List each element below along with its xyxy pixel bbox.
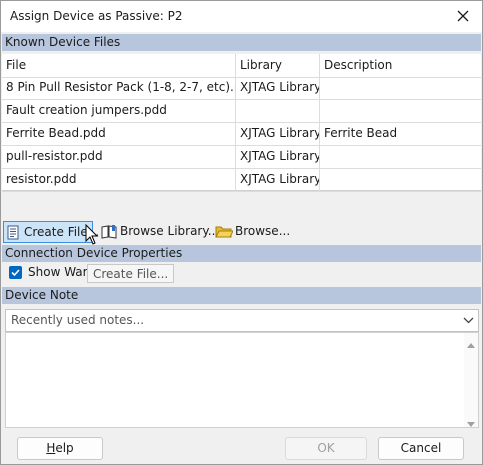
column-header-description[interactable]: Description: [320, 54, 481, 77]
column-header-file[interactable]: File: [2, 54, 236, 77]
help-label: elp: [55, 441, 74, 455]
table-row[interactable]: 8 Pin Pull Resistor Pack (1-8, 2-7, etc)…: [2, 76, 481, 100]
browse-button[interactable]: Browse...: [212, 221, 292, 243]
browse-library-label: Browse Library...: [120, 224, 220, 238]
library-book-icon: [101, 224, 118, 245]
title-bar: Assign Device as Passive: P2: [1, 1, 482, 32]
dialog-window: Assign Device as Passive: P2 Known Devic…: [0, 0, 483, 465]
scroll-up-icon[interactable]: [467, 337, 475, 351]
new-file-icon: [7, 225, 20, 246]
show-warnings-row: Show Warn: [2, 263, 481, 283]
table-row[interactable]: pull-resistor.pdd XJTAG Library: [2, 145, 481, 169]
folder-icon: [215, 224, 234, 245]
recent-notes-value: Recently used notes...: [11, 313, 145, 327]
file-cell: 8 Pin Pull Resistor Pack (1-8, 2-7, etc)…: [2, 76, 236, 99]
file-cell: Ferrite Bead.pdd: [2, 122, 236, 145]
browse-library-button[interactable]: Browse Library...: [98, 221, 219, 245]
description-cell: Ferrite Bead: [324, 126, 398, 140]
help-mnemonic: H: [46, 441, 56, 455]
library-cell: XJTAG Library: [236, 168, 320, 191]
table-row[interactable]: resistor.pdd XJTAG Library: [2, 168, 481, 192]
known-device-files-header: Known Device Files: [2, 34, 481, 51]
close-icon[interactable]: [450, 4, 476, 28]
chevron-down-icon: [463, 315, 474, 329]
library-cell: XJTAG Library: [236, 122, 320, 145]
column-header-library[interactable]: Library: [236, 54, 320, 77]
show-warnings-label: Show Warn: [28, 265, 95, 279]
device-note-textarea[interactable]: [5, 332, 479, 428]
window-title: Assign Device as Passive: P2: [10, 9, 183, 23]
library-cell: XJTAG Library: [236, 145, 320, 168]
cancel-button[interactable]: Cancel: [378, 437, 464, 460]
file-toolbar: Create File... Browse Library... Browse.…: [2, 221, 481, 243]
file-cell: resistor.pdd: [2, 168, 236, 191]
browse-label: Browse...: [235, 224, 291, 238]
description-cell: [320, 168, 481, 191]
create-file-button[interactable]: Create File...: [3, 221, 99, 246]
description-cell: [320, 145, 481, 168]
file-cell: pull-resistor.pdd: [2, 145, 236, 168]
help-button[interactable]: Help: [17, 437, 103, 460]
table-header-row: File Library Description: [2, 54, 481, 78]
table-row[interactable]: Fault creation jumpers.pdd: [2, 99, 481, 123]
recent-notes-dropdown[interactable]: Recently used notes...: [5, 309, 479, 332]
device-note-header: Device Note: [2, 287, 481, 304]
notes-scrollbar[interactable]: [464, 333, 478, 427]
description-cell: [320, 99, 481, 122]
create-file-tooltip: Create File...: [87, 264, 175, 283]
library-cell: XJTAG Library: [236, 76, 320, 99]
file-cell: Fault creation jumpers.pdd: [2, 99, 236, 122]
scroll-down-icon[interactable]: [467, 417, 475, 431]
ok-button[interactable]: OK: [285, 437, 367, 460]
connection-properties-header: Connection Device Properties: [2, 245, 481, 262]
description-cell: [320, 76, 481, 99]
table-row[interactable]: Ferrite Bead.pdd XJTAG Library Ferrite B…: [2, 122, 481, 146]
library-cell: [236, 99, 320, 122]
known-files-table: File Library Description 8 Pin Pull Resi…: [2, 54, 481, 192]
show-warnings-checkbox[interactable]: [9, 266, 22, 279]
